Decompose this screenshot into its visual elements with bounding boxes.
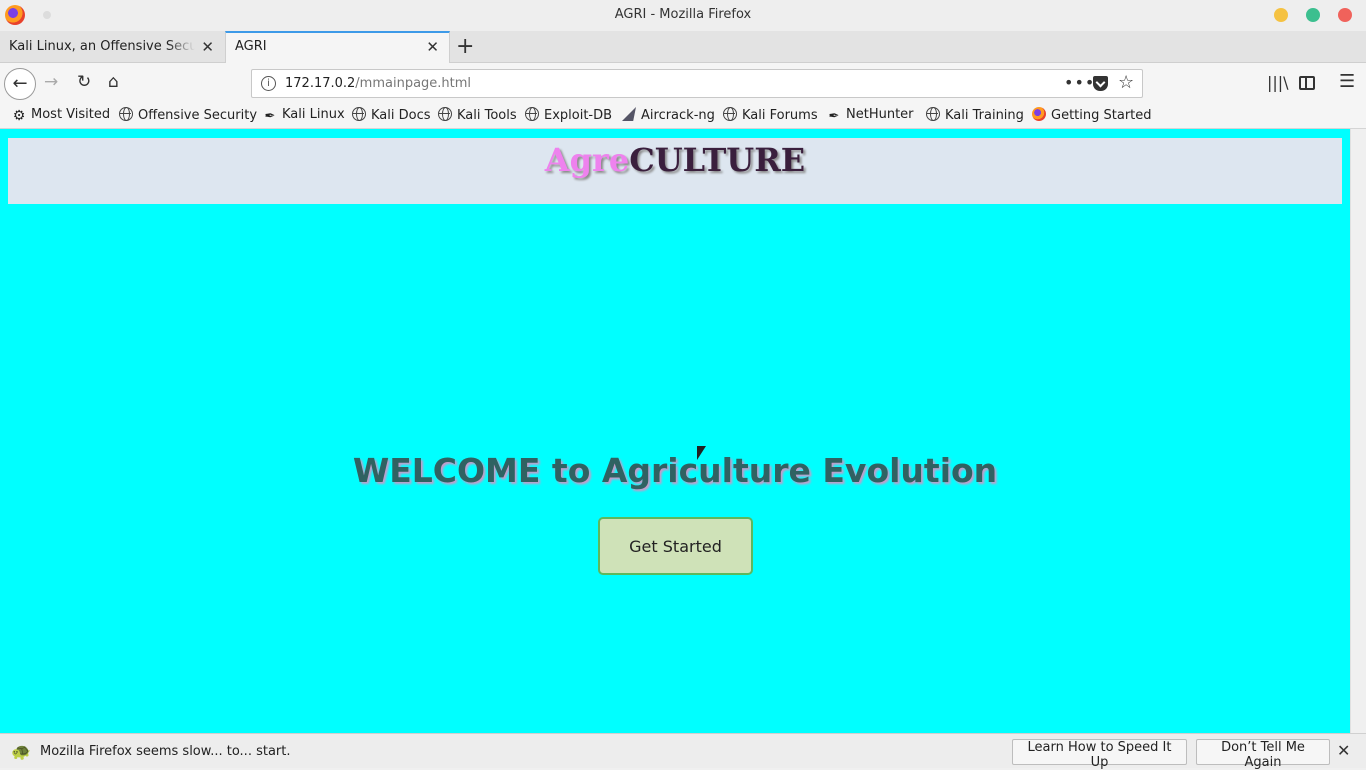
tab-kali-linux[interactable]: Kali Linux, an Offensive Security ✕ — [0, 31, 224, 63]
pocket-icon[interactable] — [1093, 76, 1108, 91]
url-text[interactable]: 172.17.0.2/mmainpage.html — [285, 76, 471, 91]
url-bar[interactable]: i 172.17.0.2/mmainpage.html ••• ☆ — [251, 69, 1143, 98]
close-tab-icon[interactable]: ✕ — [201, 38, 214, 56]
welcome-heading: WELCOME to Agriculture Evolution — [352, 451, 998, 490]
site-info-icon[interactable]: i — [261, 76, 276, 91]
back-arrow-icon[interactable]: ← — [4, 68, 36, 100]
dont-tell-again-button[interactable]: Don’t Tell Me Again — [1196, 739, 1330, 770]
bookmark-most-visited[interactable]: ⚙ Most Visited — [12, 107, 110, 123]
site-header: AgreCULTURE — [8, 138, 1342, 204]
learn-speed-up-button[interactable]: Learn How to Speed It Up — [1012, 739, 1187, 770]
bookmark-kali-forums[interactable]: Kali Forums — [723, 107, 818, 123]
sidebar-toggle-icon[interactable] — [1299, 76, 1315, 90]
bookmark-aircrack-ng[interactable]: Aircrack-ng — [622, 107, 715, 123]
bookmark-kali-tools[interactable]: Kali Tools — [438, 107, 517, 123]
bookmark-offensive-security[interactable]: Offensive Security — [119, 107, 257, 123]
bookmark-kali-training[interactable]: Kali Training — [926, 107, 1024, 123]
tab-strip: Kali Linux, an Offensive Security ✕ AGRI… — [0, 31, 1366, 63]
site-logo: AgreCULTURE — [544, 141, 806, 179]
new-tab-plus-icon[interactable]: + — [456, 34, 474, 59]
slow-startup-notification: 🐢 Mozilla Firefox seems slow... to... st… — [0, 733, 1366, 770]
bookmark-getting-started[interactable]: Getting Started — [1032, 107, 1152, 123]
bookmark-star-icon[interactable]: ☆ — [1118, 72, 1134, 93]
globe-icon — [438, 107, 452, 121]
aircrack-icon — [622, 107, 636, 121]
kali-dragon-icon: ✒ — [264, 109, 276, 124]
tab-label: AGRI — [235, 39, 267, 54]
close-tab-icon[interactable]: ✕ — [426, 38, 439, 56]
page-actions-more-icon[interactable]: ••• — [1064, 73, 1095, 92]
forward-arrow-icon[interactable]: → — [44, 72, 58, 92]
page-scrollbar[interactable] — [1350, 129, 1366, 733]
window-title: AGRI - Mozilla Firefox — [614, 7, 752, 22]
window-titlebar: AGRI - Mozilla Firefox — [0, 0, 1366, 31]
tab-label: Kali Linux, an Offensive Security — [9, 39, 195, 54]
get-started-button[interactable]: Get Started — [598, 517, 753, 575]
firefox-icon — [1032, 107, 1046, 121]
reload-icon[interactable]: ↻ — [77, 72, 91, 92]
bookmark-kali-linux[interactable]: ✒ Kali Linux — [263, 107, 345, 124]
globe-icon — [119, 107, 133, 121]
bookmark-nethunter[interactable]: ✒ NetHunter — [827, 107, 914, 124]
tab-agri[interactable]: AGRI ✕ — [225, 31, 450, 63]
kali-dragon-icon: ✒ — [828, 109, 840, 124]
bookmark-kali-docs[interactable]: Kali Docs — [352, 107, 431, 123]
page-viewport: AgreCULTURE WELCOME to Agriculture Evolu… — [0, 129, 1350, 733]
hamburger-menu-icon[interactable]: ☰ — [1339, 71, 1355, 92]
globe-icon — [926, 107, 940, 121]
bookmark-exploit-db[interactable]: Exploit-DB — [525, 107, 612, 123]
notification-message: Mozilla Firefox seems slow... to... star… — [40, 744, 291, 759]
maximize-button[interactable] — [1306, 8, 1320, 22]
globe-icon — [525, 107, 539, 121]
library-icon[interactable]: |||\ — [1267, 73, 1289, 92]
mouse-cursor-icon — [697, 446, 706, 460]
globe-icon — [352, 107, 366, 121]
bookmarks-toolbar: ⚙ Most Visited Offensive Security ✒ Kali L… — [0, 103, 1366, 129]
globe-icon — [723, 107, 737, 121]
minimize-button[interactable] — [1274, 8, 1288, 22]
close-notification-icon[interactable]: ✕ — [1337, 741, 1350, 760]
close-window-button[interactable] — [1338, 8, 1352, 22]
navigation-toolbar: ← → ↻ ⌂ i 172.17.0.2/mmainpage.html ••• … — [0, 63, 1366, 103]
turtle-icon: 🐢 — [11, 742, 31, 761]
gear-icon: ⚙ — [12, 108, 26, 124]
home-icon[interactable]: ⌂ — [108, 72, 119, 92]
